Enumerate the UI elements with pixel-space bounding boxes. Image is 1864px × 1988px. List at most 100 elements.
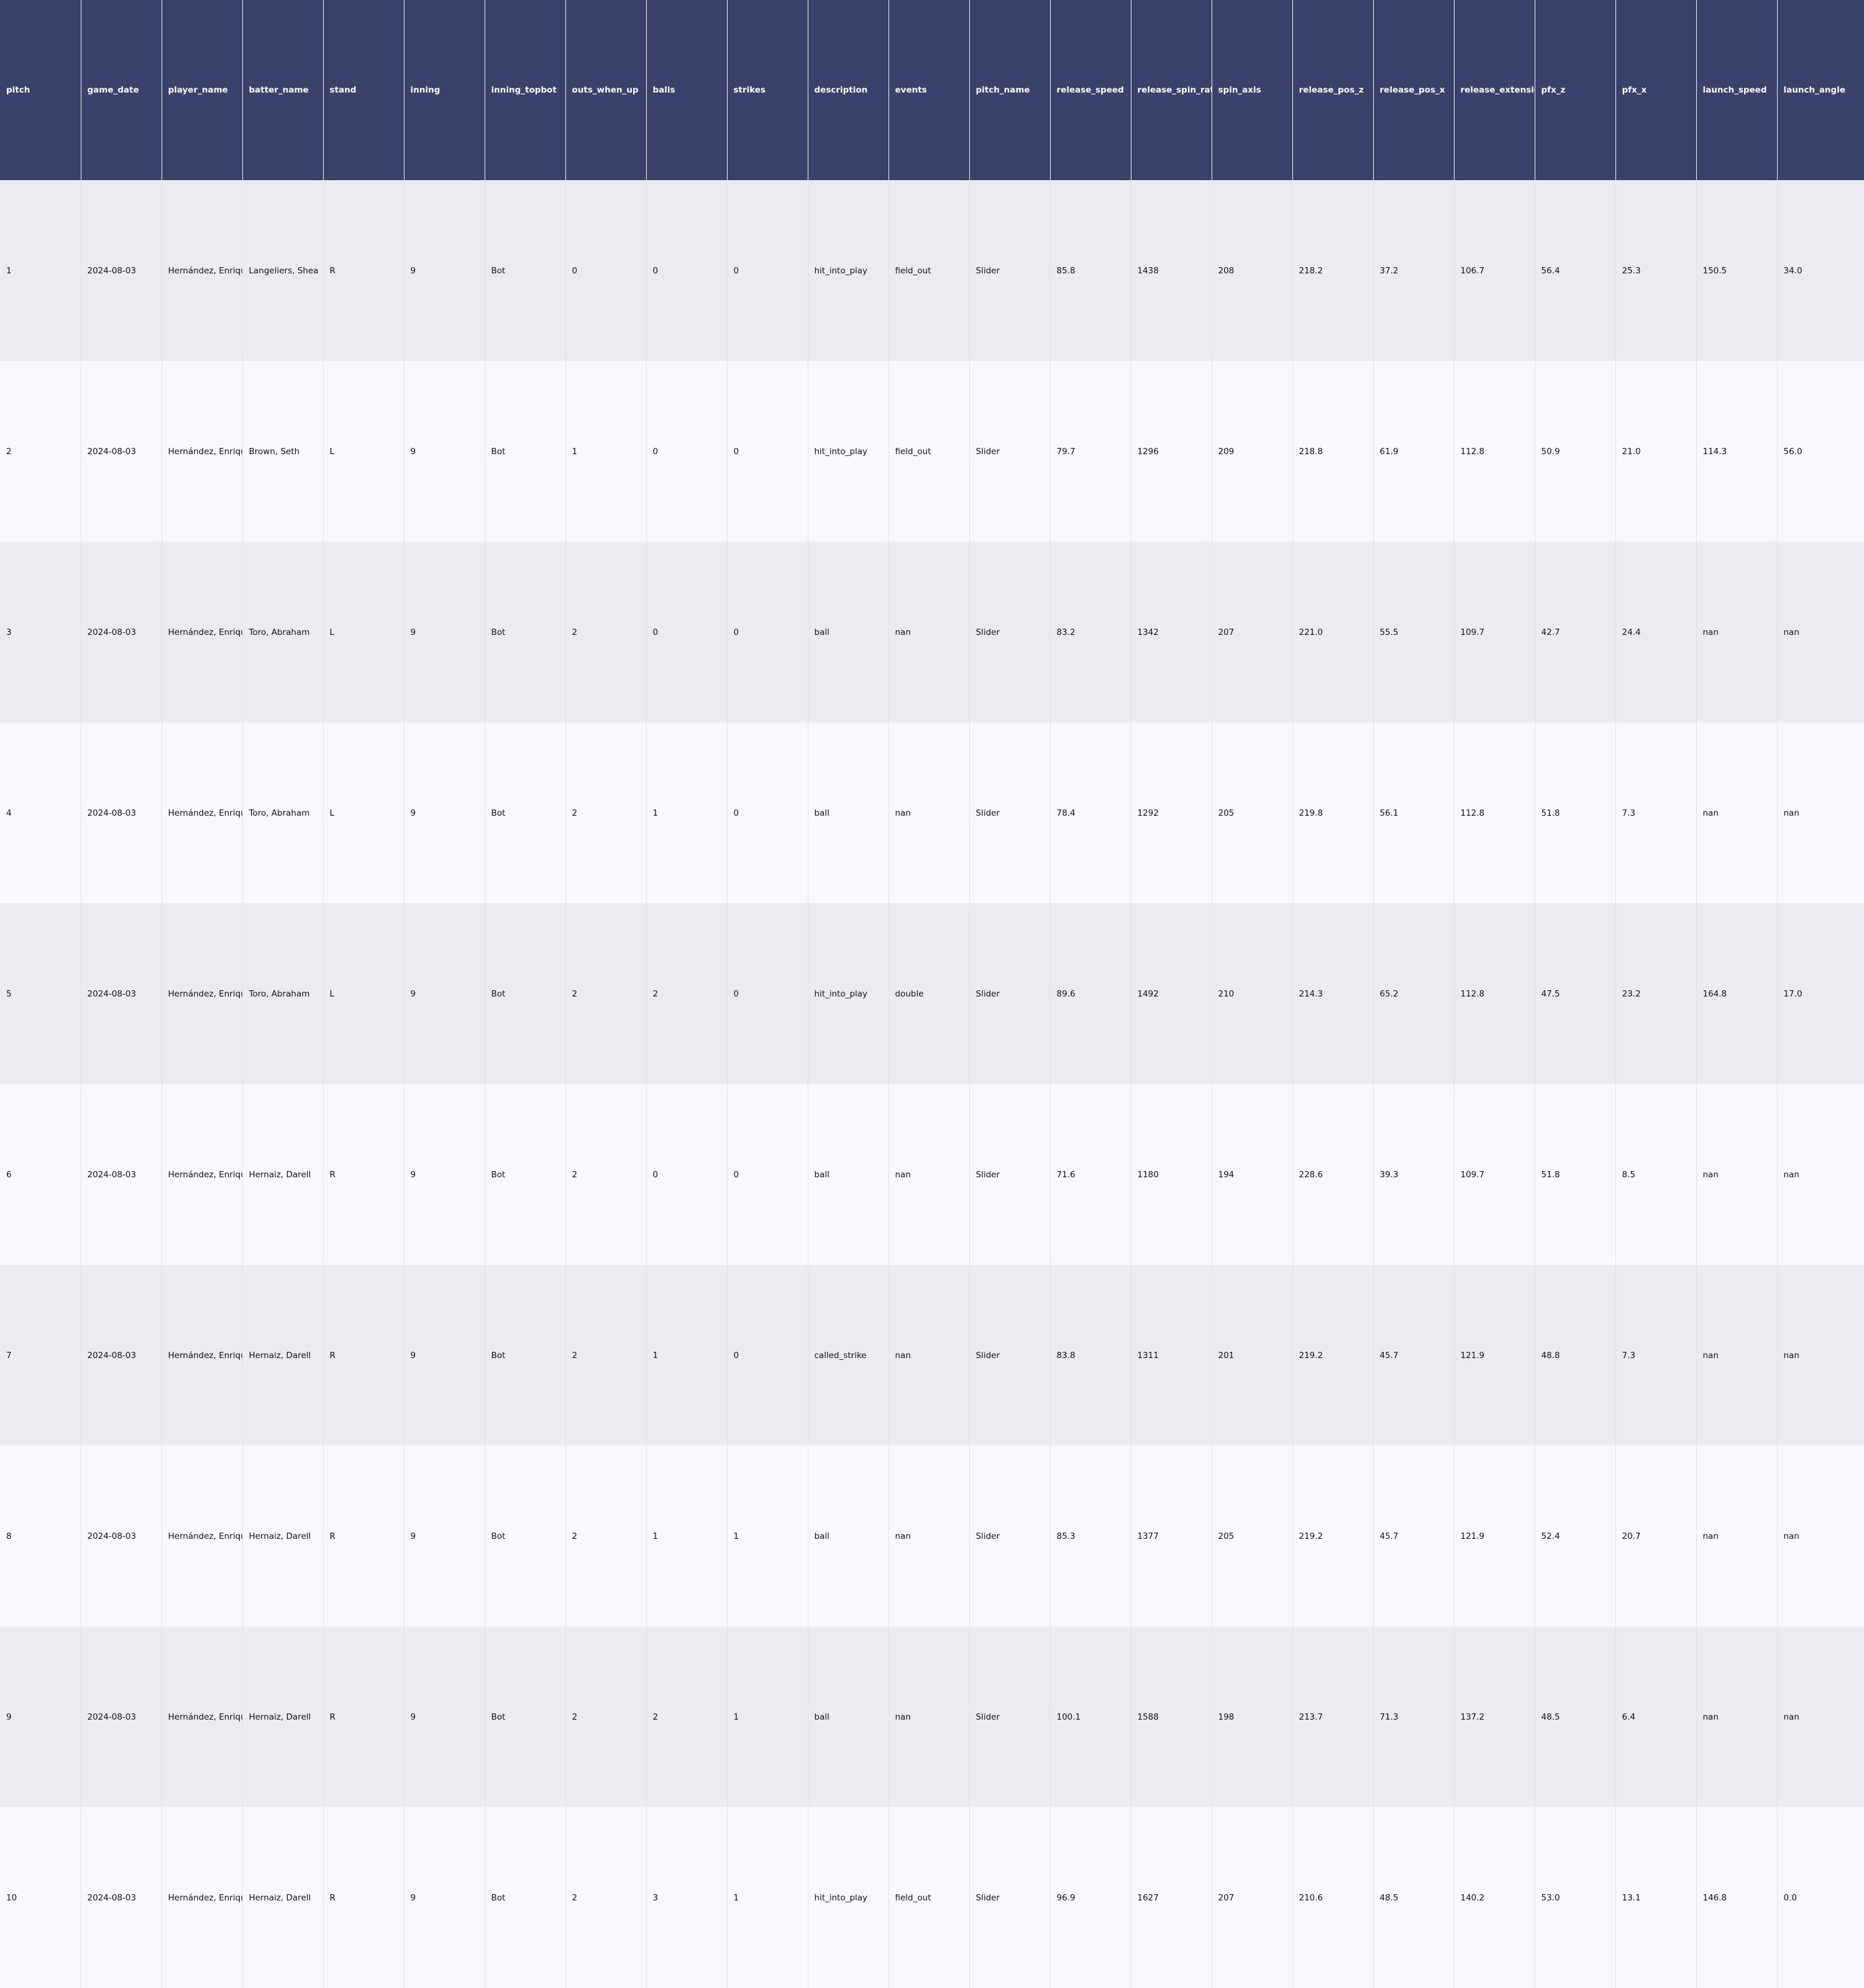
- cell-pfx-x: 23.2: [1615, 903, 1696, 1084]
- cell-player-name: Hernández, Enrique: [161, 1807, 242, 1988]
- cell-release-speed: 89.6: [1049, 903, 1131, 1084]
- cell-release-pos-x: 56.1: [1373, 723, 1454, 903]
- column-header-game-date: game_date: [80, 0, 162, 180]
- cell-batter-name: Hernaiz, Darell: [242, 1084, 323, 1265]
- cell-release-pos-z: 219.2: [1292, 1446, 1373, 1626]
- cell-release-pos-x: 48.5: [1373, 1807, 1454, 1988]
- cell-release-pos-x: 37.2: [1373, 180, 1454, 361]
- cell-release-extension: 137.2: [1453, 1626, 1535, 1807]
- cell-launch-angle: nan: [1776, 1446, 1864, 1626]
- cell-pfx-x: 7.3: [1615, 1265, 1696, 1446]
- cell-inning-topbot: Bot: [484, 542, 565, 723]
- cell-events: nan: [888, 1446, 969, 1626]
- cell-spin-axis: 205: [1211, 1446, 1292, 1626]
- cell-strikes: 0: [726, 180, 808, 361]
- cell-pitch-name: Slider: [969, 542, 1050, 723]
- table-row: 52024-08-03Hernández, EnriqueToro, Abrah…: [0, 903, 1864, 1084]
- cell-inning: 9: [403, 1626, 485, 1807]
- cell-game-date: 2024-08-03: [80, 1626, 162, 1807]
- cell-release-spin-rate: 1627: [1130, 1807, 1212, 1988]
- column-header-pitch: pitch: [0, 0, 81, 180]
- cell-release-pos-x: 65.2: [1373, 903, 1454, 1084]
- cell-pitch: 10: [0, 1807, 81, 1988]
- cell-spin-axis: 194: [1211, 1084, 1292, 1265]
- cell-launch-speed: 164.8: [1696, 903, 1777, 1084]
- cell-inning: 9: [403, 1084, 485, 1265]
- cell-pitch-name: Slider: [969, 361, 1050, 542]
- cell-description: ball: [807, 723, 889, 903]
- cell-events: field_out: [888, 180, 969, 361]
- cell-launch-speed: nan: [1696, 1265, 1777, 1446]
- cell-strikes: 1: [726, 1446, 808, 1626]
- column-header-release-speed: release_speed: [1049, 0, 1131, 180]
- cell-release-spin-rate: 1311: [1130, 1265, 1212, 1446]
- cell-pfx-z: 50.9: [1534, 361, 1615, 542]
- cell-events: nan: [888, 1626, 969, 1807]
- column-header-launch-angle: launch_angle: [1776, 0, 1864, 180]
- cell-launch-speed: nan: [1696, 1446, 1777, 1626]
- cell-release-spin-rate: 1588: [1130, 1626, 1212, 1807]
- cell-batter-name: Langeliers, Shea: [242, 180, 323, 361]
- cell-events: nan: [888, 1084, 969, 1265]
- cell-release-pos-z: 213.7: [1292, 1626, 1373, 1807]
- cell-batter-name: Toro, Abraham: [242, 723, 323, 903]
- cell-outs-when-up: 2: [565, 542, 646, 723]
- cell-stand: L: [322, 542, 404, 723]
- cell-inning: 9: [403, 361, 485, 542]
- cell-balls: 0: [646, 180, 727, 361]
- cell-launch-angle: nan: [1776, 1626, 1864, 1807]
- cell-pitch-name: Slider: [969, 723, 1050, 903]
- cell-description: ball: [807, 1626, 889, 1807]
- cell-spin-axis: 207: [1211, 542, 1292, 723]
- cell-inning-topbot: Bot: [484, 1265, 565, 1446]
- cell-pitch: 3: [0, 542, 81, 723]
- cell-pfx-x: 21.0: [1615, 361, 1696, 542]
- cell-balls: 0: [646, 1084, 727, 1265]
- cell-game-date: 2024-08-03: [80, 903, 162, 1084]
- cell-outs-when-up: 2: [565, 1446, 646, 1626]
- cell-events: nan: [888, 723, 969, 903]
- cell-description: ball: [807, 1446, 889, 1626]
- cell-release-pos-z: 228.6: [1292, 1084, 1373, 1265]
- cell-release-pos-z: 218.8: [1292, 361, 1373, 542]
- cell-release-speed: 71.6: [1049, 1084, 1131, 1265]
- cell-release-pos-x: 45.7: [1373, 1265, 1454, 1446]
- cell-pitch-name: Slider: [969, 1265, 1050, 1446]
- cell-pfx-x: 20.7: [1615, 1446, 1696, 1626]
- cell-strikes: 0: [726, 1265, 808, 1446]
- cell-pitch: 6: [0, 1084, 81, 1265]
- cell-batter-name: Toro, Abraham: [242, 903, 323, 1084]
- cell-release-pos-x: 55.5: [1373, 542, 1454, 723]
- pitch-data-table: pitch game_date player_name batter_name stan…: [0, 0, 1864, 1988]
- cell-pfx-z: 52.4: [1534, 1446, 1615, 1626]
- cell-strikes: 0: [726, 542, 808, 723]
- cell-stand: L: [322, 903, 404, 1084]
- cell-release-pos-z: 219.2: [1292, 1265, 1373, 1446]
- column-header-balls: balls: [646, 0, 727, 180]
- cell-inning: 9: [403, 723, 485, 903]
- column-header-outs-when-up: outs_when_up: [565, 0, 646, 180]
- cell-pitch-name: Slider: [969, 1446, 1050, 1626]
- cell-launch-speed: 150.5: [1696, 180, 1777, 361]
- cell-release-spin-rate: 1296: [1130, 361, 1212, 542]
- cell-release-speed: 96.9: [1049, 1807, 1131, 1988]
- table-row: 22024-08-03Hernández, EnriqueBrown, Seth…: [0, 361, 1864, 542]
- cell-release-pos-x: 45.7: [1373, 1446, 1454, 1626]
- table-row: 102024-08-03Hernández, EnriqueHernaiz, D…: [0, 1807, 1864, 1988]
- cell-pitch: 7: [0, 1265, 81, 1446]
- column-header-pitch-name: pitch_name: [969, 0, 1050, 180]
- cell-player-name: Hernández, Enrique: [161, 903, 242, 1084]
- cell-inning-topbot: Bot: [484, 1626, 565, 1807]
- cell-launch-speed: nan: [1696, 542, 1777, 723]
- cell-pfx-z: 47.5: [1534, 903, 1615, 1084]
- cell-player-name: Hernández, Enrique: [161, 1265, 242, 1446]
- column-header-inning: inning: [403, 0, 485, 180]
- cell-release-pos-z: 219.8: [1292, 723, 1373, 903]
- cell-balls: 0: [646, 361, 727, 542]
- cell-pfx-x: 24.4: [1615, 542, 1696, 723]
- cell-inning-topbot: Bot: [484, 1084, 565, 1265]
- cell-player-name: Hernández, Enrique: [161, 1446, 242, 1626]
- cell-pfx-z: 51.8: [1534, 723, 1615, 903]
- cell-launch-speed: nan: [1696, 723, 1777, 903]
- cell-game-date: 2024-08-03: [80, 361, 162, 542]
